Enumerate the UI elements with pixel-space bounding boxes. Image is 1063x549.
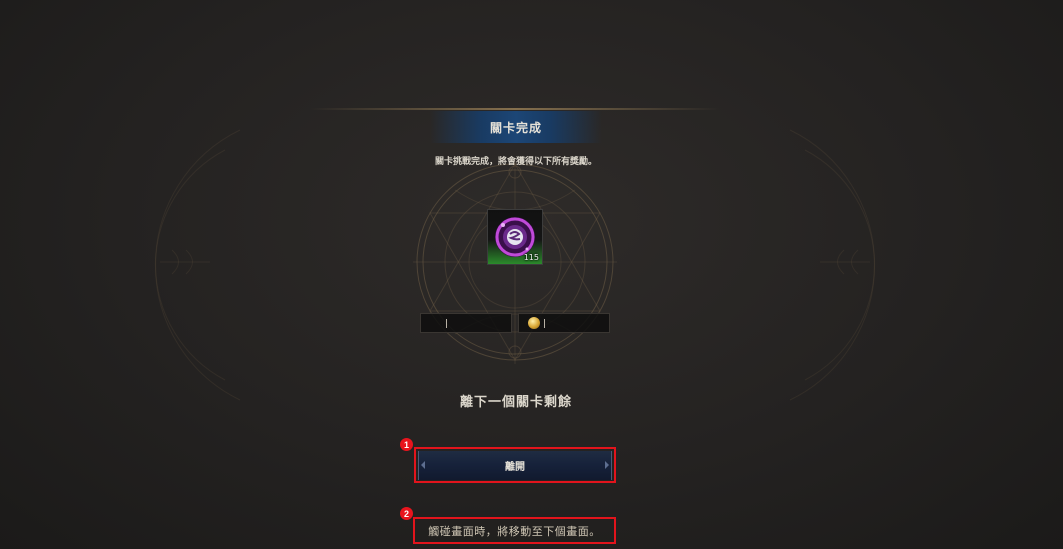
gold-coin-icon	[528, 317, 540, 329]
stage-clear-screen[interactable]: 關卡完成 關卡挑戰完成，將會獲得以下所有獎勵。 115 離下一個關卡剩餘 1 離…	[0, 0, 1063, 549]
annotation-marker-2: 2	[400, 507, 413, 520]
reward-count: 115	[523, 253, 539, 262]
annotation-marker-1: 1	[400, 438, 413, 451]
next-stage-remaining-label: 離下一個關卡剩餘	[459, 395, 572, 410]
resource-box-right	[518, 313, 610, 333]
resource-separator	[446, 319, 447, 328]
leave-button-label: 離開	[505, 462, 525, 473]
reward-item-slot[interactable]: 115	[487, 209, 543, 265]
left-arrow-icon	[421, 461, 425, 469]
leave-button[interactable]: 離開	[418, 451, 612, 480]
header-divider	[310, 108, 720, 110]
resource-box-left	[420, 313, 512, 333]
tap-to-continue-hint[interactable]: 觸碰畫面時，將移動至下個畫面。	[413, 517, 616, 544]
reward-description: 關卡挑戰完成，將會獲得以下所有獎勵。	[434, 157, 597, 167]
right-arrow-icon	[605, 461, 609, 469]
title-banner: 關卡完成	[430, 111, 602, 143]
page-title: 關卡完成	[489, 120, 542, 135]
resource-separator	[544, 319, 545, 328]
